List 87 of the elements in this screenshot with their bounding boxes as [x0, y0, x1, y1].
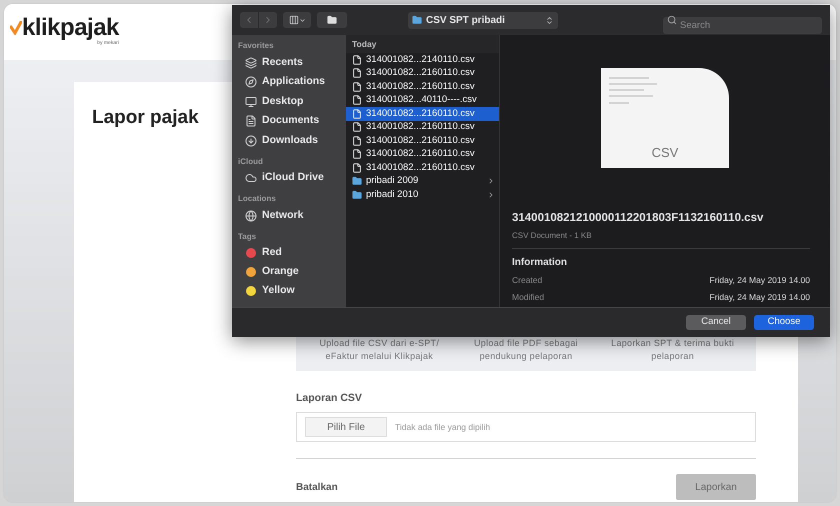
globe-icon: [245, 210, 257, 222]
document-icon: [245, 115, 257, 128]
sidebar-section-title: Tags: [237, 230, 258, 243]
file-row[interactable]: 314001082...2160110.csv: [346, 107, 499, 120]
file-name: pribadi 2009: [366, 174, 420, 188]
compass-icon: [245, 76, 257, 88]
file-row[interactable]: 314001082...2160110.csv: [346, 148, 499, 161]
info-title: Information: [512, 256, 568, 270]
file-name: 314001082...2160110.csv: [366, 80, 476, 94]
folder-icon: [327, 15, 337, 25]
text-lines-drawing: [609, 76, 659, 106]
sidebar-item[interactable]: Desktop: [262, 94, 304, 110]
section-label: Laporan CSV: [296, 390, 363, 406]
column-header: Today: [346, 35, 499, 53]
preview-filename: 3140010821210000112201803F1132160110.csv: [512, 211, 764, 226]
sidebar-section-title: iCloud: [237, 156, 264, 168]
sidebar-section-title: Locations: [237, 193, 277, 205]
cloud-icon: [245, 172, 257, 184]
file-icon: [352, 122, 362, 132]
step-text: Laporkan SPT & terima bukti pelaporan: [610, 336, 736, 362]
folder-icon: [352, 190, 362, 200]
columns-icon: [288, 15, 298, 25]
file-row[interactable]: 314001082...2140110.csv: [346, 53, 499, 66]
sidebar-item[interactable]: Recents: [262, 54, 303, 71]
sidebar-item[interactable]: Documents: [262, 113, 320, 130]
location-dropdown[interactable]: CSV SPT pribadi: [408, 12, 558, 28]
file-row[interactable]: pribadi 2010: [346, 188, 499, 202]
file-row[interactable]: 314001082...2160110.csv: [346, 120, 499, 134]
file-name: 314001082...2160110.csv: [366, 134, 476, 148]
new-folder-button[interactable]: [317, 12, 347, 28]
file-name: 314001082...40110----.csv: [366, 93, 478, 108]
check-mark-icon: [10, 21, 22, 36]
preview-meta: CSV Document - 1 KB: [512, 230, 593, 242]
file-icon: [352, 162, 362, 173]
file-icon: [352, 136, 362, 146]
monitor-icon: [245, 96, 257, 108]
download-icon: [245, 134, 257, 147]
file-type-label: CSV: [652, 144, 680, 162]
step-text: Upload file CSV dari e-SPT/ eFaktur melalui Klikpajak: [318, 336, 440, 362]
search-icon: [667, 15, 677, 25]
step-text: Upload file PDF sebagai pendukung pelaporan: [473, 336, 579, 362]
up-down-arrows-icon: [545, 16, 554, 24]
file-icon: [352, 108, 362, 119]
info-value: Friday, 24 May 2019 14.00: [710, 291, 810, 304]
file-row[interactable]: 314001082...40110----.csv: [346, 94, 499, 107]
info-label: Created: [512, 274, 542, 287]
file-row[interactable]: 314001082...2160110.csv: [346, 66, 499, 80]
file-icon: [352, 95, 362, 106]
sidebar-item[interactable]: Downloads: [262, 132, 318, 149]
file-name: 314001082...2160110.csv: [366, 106, 476, 121]
file-name: 314001082...2160110.csv: [366, 120, 476, 134]
sidebar-item[interactable]: Network: [262, 208, 304, 224]
cancel-button[interactable]: Cancel: [686, 315, 746, 330]
sidebar-item[interactable]: Yellow: [262, 283, 295, 299]
file-row[interactable]: 314001082...2160110.csv: [346, 80, 499, 94]
info-label: Modified: [512, 291, 544, 304]
file-input[interactable]: Pilih File Tidak ada file yang dipilih: [296, 412, 756, 442]
sidebar-item[interactable]: iCloud Drive: [262, 170, 324, 186]
info-value: Friday, 24 May 2019 14.00: [710, 274, 810, 287]
folder-icon: [352, 176, 362, 186]
sidebar-item[interactable]: Red: [262, 245, 282, 261]
file-row[interactable]: 314001082...2160110.csv: [346, 161, 499, 174]
file-icon: [352, 68, 362, 78]
file-name: 314001082...2160110.csv: [366, 160, 476, 175]
file-name: pribadi 2010: [366, 188, 420, 202]
stack-icon: [245, 56, 257, 69]
folder-icon: [412, 15, 422, 25]
choose-button[interactable]: Choose: [754, 315, 814, 330]
page-title: Lapor pajak: [92, 106, 199, 130]
sidebar-section-title: Favorites: [237, 40, 275, 52]
no-file-text: Tidak ada file yang dipilih: [395, 420, 490, 434]
file-row[interactable]: 314001082...2160110.csv: [346, 134, 499, 148]
logo-text: klikpajak: [22, 16, 119, 40]
sidebar-item[interactable]: Applications: [262, 74, 326, 90]
search-field[interactable]: Search: [663, 16, 822, 34]
file-icon: [352, 149, 362, 160]
file-icon: [352, 82, 362, 92]
choose-file-button[interactable]: Pilih File: [305, 417, 387, 438]
file-icon: [352, 54, 362, 65]
view-mode-button[interactable]: [283, 12, 311, 28]
file-row[interactable]: pribadi 2009: [346, 174, 499, 188]
file-name: 314001082...2160110.csv: [366, 147, 476, 162]
caret-icon: [298, 16, 306, 24]
sidebar-item[interactable]: Orange: [262, 264, 299, 280]
cancel-link[interactable]: Batalkan: [296, 480, 338, 495]
file-name: 314001082...2160110.csv: [366, 66, 476, 80]
file-name: 314001082...2140110.csv: [366, 52, 476, 67]
